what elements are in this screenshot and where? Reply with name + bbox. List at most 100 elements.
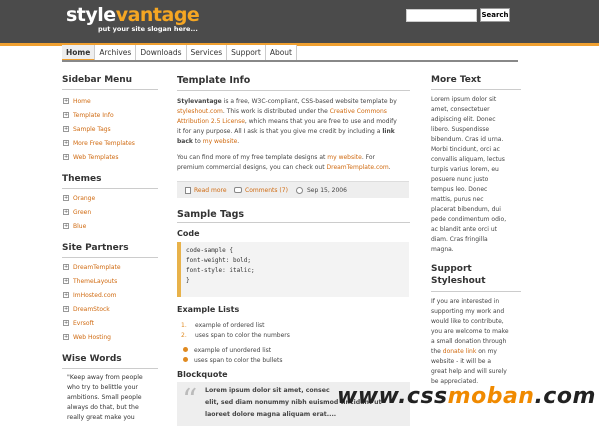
- site-logo[interactable]: stylevantage: [66, 3, 200, 27]
- my-website-link[interactable]: my website: [203, 138, 238, 145]
- divider: [62, 257, 158, 258]
- quote-line: who try to belittle your: [67, 384, 138, 391]
- support-title: Support Styleshout: [431, 263, 521, 287]
- brand-name: Stylevantage: [177, 98, 222, 105]
- text-line: supporting my work and: [431, 308, 505, 315]
- divider: [431, 291, 521, 292]
- list-item: example of unordered list: [183, 346, 282, 356]
- text-line: mattis, purus nec: [431, 196, 484, 203]
- partner-web-hosting[interactable]: + Web Hosting: [62, 330, 158, 344]
- partner-label: Web Hosting: [73, 333, 111, 341]
- theme-label: Orange: [73, 194, 96, 202]
- quote-line: "Keep away from people: [67, 374, 143, 381]
- list-item: 1. example of ordered list: [181, 322, 265, 329]
- code-line: code-sample {: [186, 247, 233, 254]
- post-title[interactable]: Template Info: [177, 75, 410, 86]
- text-line: diam. Cras fringilla: [431, 236, 488, 243]
- code-sample: code-sample { font-weight: bold; font-st…: [177, 242, 409, 297]
- donate-link[interactable]: donate link: [443, 348, 477, 355]
- watermark-part: moban: [447, 384, 535, 409]
- plus-icon: +: [63, 98, 69, 104]
- plus-icon: +: [63, 278, 69, 284]
- nav-support[interactable]: Support: [227, 45, 266, 61]
- text-line: Lorem ipsum dolor sit: [431, 96, 497, 103]
- sidebar-menu-title: Sidebar Menu: [62, 75, 133, 85]
- themes-title: Themes: [62, 174, 102, 184]
- search-input[interactable]: [406, 9, 477, 22]
- dreamtemplate-link[interactable]: DreamTemplate.com: [326, 164, 388, 171]
- plus-icon: +: [63, 334, 69, 340]
- sidebar-item-home[interactable]: + Home: [62, 94, 158, 108]
- license-link[interactable]: Creative Commons: [330, 108, 387, 115]
- theme-blue[interactable]: + Blue: [62, 219, 158, 233]
- sidebar-item-label: Template Info: [73, 111, 114, 119]
- watermark-part: .com: [534, 384, 596, 409]
- sidebar-item-web-templates[interactable]: + Web Templates: [62, 150, 158, 164]
- divider: [177, 90, 410, 91]
- sidebar-item-label: Sample Tags: [73, 125, 111, 133]
- nav-home[interactable]: Home: [62, 45, 96, 61]
- text-line: magna.: [431, 246, 454, 253]
- text: .: [388, 164, 391, 171]
- divider: [431, 89, 521, 90]
- sidebar-item-more-free-templates[interactable]: + More Free Templates: [62, 136, 158, 150]
- text-line: libero. Suspendisse: [431, 126, 490, 133]
- text: it for any purpose. All I ask is that yo…: [177, 128, 383, 135]
- code-line: font-style: italic;: [186, 267, 255, 274]
- text-line: would like to contribute,: [431, 318, 504, 325]
- text-line: turpis varius lorem, eu: [431, 166, 499, 173]
- partners-title: Site Partners: [62, 243, 129, 253]
- partner-themelayouts[interactable]: + ThemeLayouts: [62, 274, 158, 288]
- text-line: pede condimentum odio,: [431, 216, 507, 223]
- text: the: [431, 348, 443, 355]
- text: is a free, W3C-compliant, CSS-based webs…: [221, 98, 397, 105]
- example-lists-title: Example Lists: [177, 305, 240, 314]
- partner-dreamtemplate[interactable]: + DreamTemplate: [62, 260, 158, 274]
- my-website-link[interactable]: my website: [327, 154, 362, 161]
- post-paragraph-1: Stylevantage is a free, W3C-compliant, C…: [177, 97, 410, 147]
- plus-icon: +: [63, 292, 69, 298]
- comments-link[interactable]: Comments (7): [245, 182, 288, 199]
- plus-icon: +: [63, 209, 69, 215]
- nav-about[interactable]: About: [265, 45, 298, 61]
- plus-icon: +: [63, 140, 69, 146]
- partner-label: DreamTemplate: [73, 263, 121, 271]
- blockquote-title: Blockquote: [177, 370, 228, 379]
- partner-dreamstock[interactable]: + DreamStock: [62, 302, 158, 316]
- watermark: www.cssmoban.com: [337, 384, 596, 409]
- sidebar-item-sample-tags[interactable]: + Sample Tags: [62, 122, 158, 136]
- nav-downloads[interactable]: Downloads: [136, 45, 187, 61]
- text: . This work is distributed under the: [222, 108, 330, 115]
- sidebar-item-template-info[interactable]: + Template Info: [62, 108, 158, 122]
- text-line: bibendum. Cras id urna.: [431, 136, 504, 143]
- more-text-body: Lorem ipsum dolor sit amet, consectetuer…: [431, 95, 521, 255]
- search-button[interactable]: Search: [480, 8, 510, 22]
- license-link[interactable]: Attribution 2.5 License: [177, 118, 245, 125]
- header: stylevantage put your site slogan here..…: [0, 0, 599, 43]
- partner-imhosted[interactable]: + ImHosted.com: [62, 288, 158, 302]
- partner-label: DreamStock: [73, 305, 110, 313]
- styleshout-link[interactable]: styleshout.com: [177, 108, 223, 115]
- read-more-link[interactable]: Read more: [194, 182, 227, 199]
- text-line: great help and will surely: [431, 368, 507, 375]
- partner-label: ThemeLayouts: [73, 277, 118, 285]
- list-item-text: uses span to color the bullets: [194, 357, 283, 364]
- text: link: [382, 128, 395, 135]
- partner-label: Evrsoft: [73, 319, 94, 327]
- sidebar-item-label: More Free Templates: [73, 139, 135, 147]
- divider: [62, 89, 158, 90]
- list-item-text: example of ordered list: [195, 322, 265, 329]
- support-body: If you are interested in supporting my w…: [431, 297, 521, 387]
- nav-archives[interactable]: Archives: [95, 45, 137, 61]
- list-item-text: example of unordered list: [194, 347, 272, 354]
- theme-green[interactable]: + Green: [62, 205, 158, 219]
- partner-evrsoft[interactable]: + Evrsoft: [62, 316, 158, 330]
- nav-services[interactable]: Services: [186, 45, 228, 61]
- theme-label: Blue: [73, 222, 87, 230]
- bullet-icon: [183, 347, 188, 352]
- theme-label: Green: [73, 208, 92, 216]
- site-slogan: put your site slogan here...: [98, 25, 198, 33]
- main-content: Template Info Stylevantage is a free, W3…: [177, 75, 410, 173]
- comment-icon: [234, 187, 242, 193]
- theme-orange[interactable]: + Orange: [62, 191, 158, 205]
